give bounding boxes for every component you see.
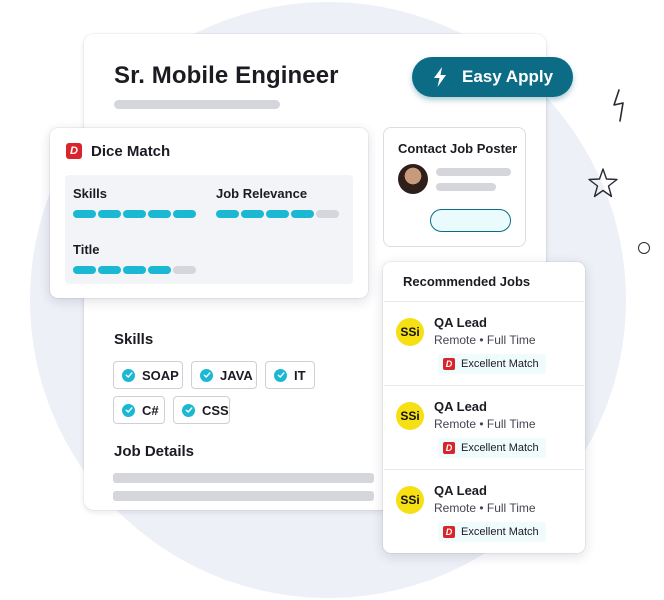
metric-segment-filled (266, 210, 289, 218)
metric-segment-filled (216, 210, 239, 218)
recommended-job-meta: Remote • Full Time (434, 417, 536, 431)
dice-logo-icon: D (66, 143, 82, 159)
dice-logo-icon: D (443, 526, 455, 538)
contact-button[interactable] (430, 209, 511, 232)
skill-chip-label: IT (294, 367, 306, 383)
metric-segment-filled (148, 210, 171, 218)
match-badge: D Excellent Match (438, 354, 546, 374)
recommended-job-item[interactable]: SSi QA Lead Remote • Full Time D Excelle… (384, 385, 584, 469)
company-logo: SSi (396, 318, 424, 346)
company-logo: SSi (396, 402, 424, 430)
metric-segment-filled (173, 210, 196, 218)
recommended-job-meta: Remote • Full Time (434, 333, 536, 347)
metric-label-title: Title (73, 242, 100, 257)
metric-segment-filled (123, 210, 146, 218)
recommended-job-item[interactable]: SSi QA Lead Remote • Full Time D Excelle… (384, 469, 584, 553)
check-icon (122, 403, 135, 417)
skill-chip-label: SOAP (142, 367, 179, 383)
contact-name-placeholder (436, 168, 511, 176)
metric-segment-filled (241, 210, 264, 218)
check-icon (122, 368, 135, 382)
circle-doodle-icon (638, 242, 650, 254)
recommended-job-item[interactable]: SSi QA Lead Remote • Full Time D Excelle… (384, 301, 584, 385)
metric-segment-filled (73, 210, 96, 218)
recommended-job-title: QA Lead (434, 483, 487, 498)
recommended-job-title: QA Lead (434, 399, 487, 414)
metric-bar-title (73, 266, 196, 274)
metric-label-skills: Skills (73, 186, 107, 201)
metric-segment-filled (98, 210, 121, 218)
skill-chip-it[interactable]: IT (265, 361, 315, 389)
skills-heading: Skills (114, 331, 154, 348)
job-title: Sr. Mobile Engineer (114, 62, 339, 89)
lightning-bolt-icon (434, 67, 446, 87)
metric-segment-filled (291, 210, 314, 218)
easy-apply-label: Easy Apply (462, 67, 554, 86)
company-placeholder (114, 100, 280, 109)
skill-chip-label: JAVA (220, 367, 253, 383)
metric-bar-skills (73, 210, 196, 218)
match-badge-label: Excellent Match (461, 442, 539, 454)
recommended-job-meta: Remote • Full Time (434, 501, 536, 515)
job-details-placeholder (113, 491, 374, 501)
metric-segment-filled (73, 266, 96, 274)
job-details-heading: Job Details (114, 443, 195, 460)
recommended-jobs-title: Recommended Jobs (403, 274, 531, 289)
company-logo: SSi (396, 486, 424, 514)
recommended-job-title: QA Lead (434, 315, 487, 330)
job-details-placeholder (113, 473, 374, 483)
dice-match-title: Dice Match (91, 143, 171, 160)
match-badge: D Excellent Match (438, 522, 546, 542)
metric-segment-filled (123, 266, 146, 274)
metric-bar-job-relevance (216, 210, 339, 218)
check-icon (182, 403, 195, 417)
match-badge-label: Excellent Match (461, 526, 539, 538)
metric-segment-empty (316, 210, 339, 218)
skill-chip-label: C# (142, 402, 159, 418)
skill-chip-java[interactable]: JAVA (191, 361, 257, 389)
dice-logo-icon: D (443, 358, 455, 370)
star-doodle-icon (588, 168, 618, 198)
match-badge: D Excellent Match (438, 438, 546, 458)
dice-logo-icon: D (443, 442, 455, 454)
match-badge-label: Excellent Match (461, 358, 539, 370)
check-icon (274, 368, 287, 382)
easy-apply-button[interactable]: Easy Apply (412, 57, 573, 97)
metric-segment-filled (148, 266, 171, 274)
check-icon (200, 368, 213, 382)
metric-segment-filled (98, 266, 121, 274)
metric-segment-empty (173, 266, 196, 274)
skill-chip-label: CSS (202, 402, 229, 418)
contact-role-placeholder (436, 183, 496, 191)
avatar (398, 164, 428, 194)
skill-chip-csharp[interactable]: C# (113, 396, 165, 424)
skill-chip-css[interactable]: CSS (173, 396, 230, 424)
lightning-doodle-icon (613, 89, 624, 122)
contact-title: Contact Job Poster (398, 141, 518, 156)
skill-chip-soap[interactable]: SOAP (113, 361, 183, 389)
metric-label-job-relevance: Job Relevance (216, 186, 308, 201)
